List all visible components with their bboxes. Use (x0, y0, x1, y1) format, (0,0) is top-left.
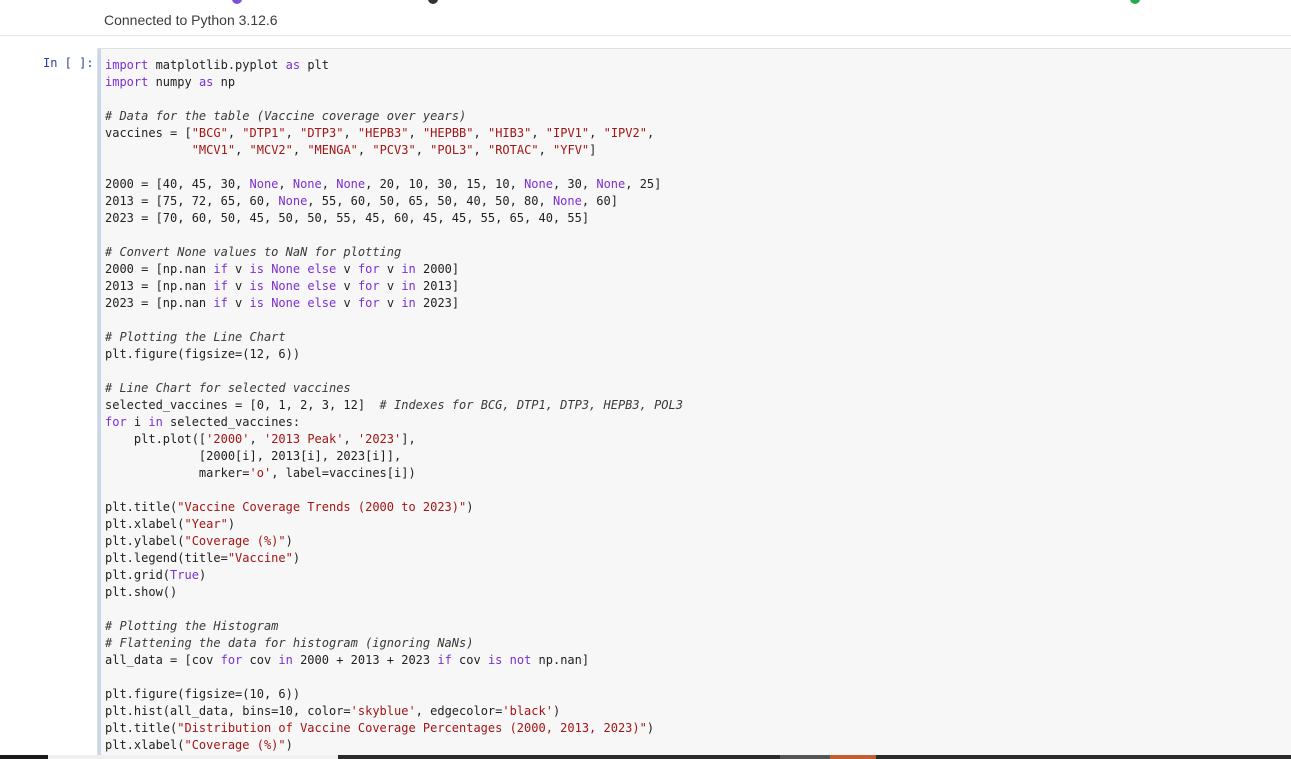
code-line: plt.title("Vaccine Coverage Trends (2000… (105, 500, 474, 514)
code-line: # Plotting the Line Chart (105, 330, 286, 344)
code-line: plt.hist(all_data, bins=10, color='skybl… (105, 704, 561, 718)
cell-prompt: In [ ]: (43, 56, 94, 70)
code-line: plt.figure(figsize=(10, 6)) (105, 687, 301, 701)
code-line: 2013 = [75, 72, 65, 60, None, 55, 60, 50… (105, 194, 618, 208)
taskbar-segment (830, 755, 876, 759)
code-line: 2013 = [np.nan if v is None else v for v… (105, 279, 460, 293)
code-cell[interactable]: In [ ]: import matplotlib.pyplot as plt i… (0, 48, 1291, 759)
code-line: 2023 = [70, 60, 50, 45, 50, 50, 55, 45, … (105, 211, 590, 225)
code-text[interactable]: import matplotlib.pyplot as plt import nu… (105, 57, 683, 754)
code-line: import numpy as np (105, 75, 236, 89)
code-line: plt.xlabel("Coverage (%)") (105, 738, 293, 752)
code-editor[interactable]: import matplotlib.pyplot as plt import nu… (97, 48, 1291, 759)
taskbar-strip (0, 755, 1291, 759)
code-line: plt.title("Distribution of Vaccine Cover… (105, 721, 655, 735)
browser-tab-icon (1130, 0, 1140, 4)
code-line: for i in selected_vaccines: (105, 415, 301, 429)
code-line: all_data = [cov for cov in 2000 + 2013 +… (105, 653, 590, 667)
code-line: marker='o', label=vaccines[i]) (105, 466, 416, 480)
browser-tab-icon (428, 0, 438, 4)
code-line: "MCV1", "MCV2", "MENGA", "PCV3", "POL3",… (191, 143, 597, 157)
code-line: plt.grid(True) (105, 568, 207, 582)
taskbar-segment (48, 755, 338, 759)
code-line: plt.legend(title="Vaccine") (105, 551, 301, 565)
code-line: plt.ylabel("Coverage (%)") (105, 534, 293, 548)
code-line: # Plotting the Histogram (105, 619, 279, 633)
code-line: selected_vaccines = [0, 1, 2, 3, 12] # I… (105, 398, 683, 412)
code-line: # Line Chart for selected vaccines (105, 381, 351, 395)
code-line: plt.plot(['2000', '2013 Peak', '2023'], (105, 432, 416, 446)
code-line: # Data for the table (Vaccine coverage o… (105, 109, 467, 123)
code-line: plt.figure(figsize=(12, 6)) (105, 347, 301, 361)
code-line: 2023 = [np.nan if v is None else v for v… (105, 296, 460, 310)
taskbar-segment (780, 755, 830, 759)
taskbar-segment (0, 755, 48, 759)
browser-tab-icon (232, 0, 242, 4)
window-top-strip (0, 0, 1291, 4)
code-line: 2000 = [np.nan if v is None else v for v… (105, 262, 460, 276)
code-line: import matplotlib.pyplot as plt (105, 58, 329, 72)
divider (0, 35, 1291, 36)
code-line: # Convert None values to NaN for plottin… (105, 245, 402, 259)
kernel-status: Connected to Python 3.12.6 (104, 12, 278, 28)
code-line: plt.show() (105, 585, 178, 599)
code-line: vaccines = ["BCG", "DTP1", "DTP3", "HEPB… (105, 126, 655, 140)
cell-focus-bar (98, 49, 101, 759)
code-line: plt.xlabel("Year") (105, 517, 236, 531)
code-line: # Flattening the data for histogram (ign… (105, 636, 474, 650)
code-line: 2000 = [40, 45, 30, None, None, None, 20… (105, 177, 662, 191)
code-line: [2000[i], 2013[i], 2023[i]], (105, 449, 402, 463)
